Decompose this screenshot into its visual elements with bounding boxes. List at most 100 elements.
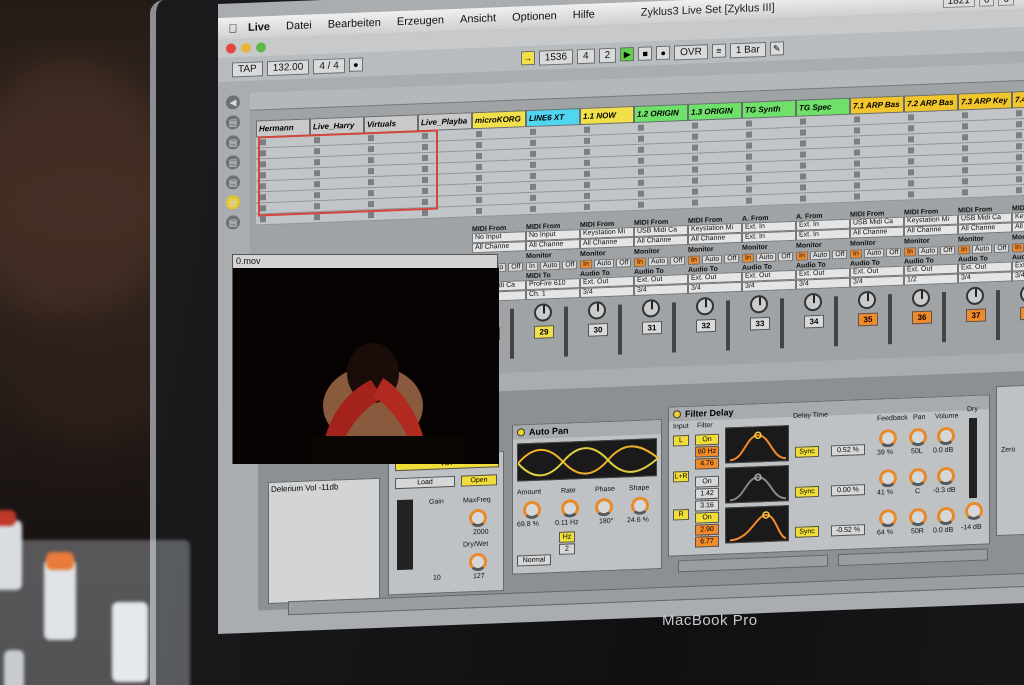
follow-icon[interactable]: → (520, 50, 535, 66)
pan-knob[interactable] (696, 296, 714, 316)
menu-live[interactable]: Live (248, 21, 270, 34)
left-button[interactable]: L (673, 434, 689, 447)
track-activator[interactable]: 36 (912, 310, 932, 325)
track-activator[interactable]: 35 (858, 312, 878, 327)
io-to-channel[interactable]: 3/4 (742, 279, 796, 292)
pan-knob[interactable] (750, 294, 768, 314)
play-icon[interactable]: ▶ (620, 47, 635, 62)
io-channel-select[interactable]: All Channe (634, 234, 688, 248)
clip-slot[interactable] (796, 191, 850, 205)
pan-knob-2[interactable] (909, 467, 927, 487)
menu-erzeugen[interactable]: Erzeugen (397, 14, 444, 28)
monitor-auto-button[interactable]: Auto (755, 252, 777, 263)
controller-knob[interactable] (112, 602, 148, 682)
io-channel-select[interactable]: All Channe (904, 224, 958, 237)
monitor-auto-button[interactable]: Auto (701, 254, 723, 265)
clip-slot[interactable] (1012, 117, 1024, 131)
close-icon[interactable] (226, 43, 236, 54)
io-channel-select[interactable]: All Channe (526, 239, 580, 252)
clip-slot[interactable] (1012, 139, 1024, 153)
volume-fader[interactable] (834, 296, 838, 347)
plugin-icon[interactable]: ▤ (226, 155, 240, 170)
amount-knob[interactable] (523, 500, 541, 520)
rate-knob[interactable] (561, 499, 579, 518)
track-header[interactable]: 7.3 ARP Key (958, 91, 1012, 111)
clip-slot[interactable] (1012, 128, 1024, 142)
position-bars[interactable]: 1536 (538, 48, 574, 66)
track-activator[interactable]: 33 (750, 316, 770, 331)
open-button[interactable]: Open (461, 474, 497, 487)
pan-knob[interactable] (912, 288, 930, 308)
dry-knob[interactable] (965, 501, 983, 521)
sync-button-2[interactable]: Sync (795, 485, 819, 498)
io-channel-select[interactable]: Ext. In (796, 228, 850, 241)
track-activator[interactable]: 34 (804, 314, 824, 329)
monitor-off-button[interactable]: Off (886, 247, 902, 258)
volume-fader[interactable] (942, 292, 946, 343)
freq-3[interactable]: 2.90 kHz (695, 523, 719, 542)
track-activator[interactable]: 32 (696, 318, 716, 333)
lr-button[interactable]: L+R (673, 470, 689, 483)
right-button[interactable]: R (673, 508, 689, 521)
io-to-channel[interactable]: 3/4 (850, 275, 904, 288)
io-to-channel[interactable]: Ch. 1 (526, 288, 580, 301)
monitor-auto-button[interactable]: Auto (917, 246, 939, 257)
monitor-in-button[interactable]: In (634, 257, 646, 268)
volume-knob-1[interactable] (937, 426, 955, 446)
track-header[interactable]: 1.1 NOW (580, 106, 634, 126)
clip-slot[interactable] (472, 204, 526, 218)
monitor-auto-button[interactable]: Auto (647, 256, 669, 267)
monitor-in-button[interactable]: In (742, 253, 754, 263)
sync-button-3[interactable]: Sync (795, 525, 819, 538)
track-activator[interactable]: 29 (534, 325, 554, 339)
delay-offset-2[interactable]: 0.00 % (831, 484, 865, 497)
quantization-select[interactable]: 1 Bar (729, 41, 766, 58)
volume-fader[interactable] (618, 304, 622, 355)
monitor-in-button[interactable]: In (1012, 243, 1024, 253)
draw-icon[interactable]: ✎ (769, 41, 784, 56)
filter-on-3[interactable]: On (695, 511, 719, 524)
pan-knob[interactable] (588, 301, 606, 320)
monitor-off-button[interactable]: Off (778, 251, 794, 262)
io-channel-select[interactable]: All Channe (958, 222, 1012, 235)
io-channel-select[interactable]: All Channe (472, 241, 526, 254)
menu-ansicht[interactable]: Ansicht (460, 12, 496, 25)
pan-knob[interactable] (534, 303, 552, 322)
controller-knob[interactable] (0, 520, 22, 590)
metronome-icon[interactable]: ● (348, 57, 363, 72)
video-window[interactable]: 0.mov (232, 254, 499, 464)
monitor-in-button[interactable]: In (850, 249, 862, 259)
io-channel-select[interactable]: All Channe (688, 232, 742, 245)
volume-fader[interactable] (888, 294, 892, 345)
io-channel-select[interactable]: Ext. In (742, 230, 796, 243)
pan-knob-1[interactable] (909, 427, 927, 447)
monitor-off-button[interactable]: Off (508, 262, 524, 272)
device-scrollbar[interactable] (838, 548, 988, 567)
monitor-in-button[interactable]: In (958, 245, 970, 255)
power-icon[interactable] (517, 428, 525, 437)
tap-button[interactable]: TAP (232, 60, 263, 77)
file-icon[interactable]: ▤ (226, 115, 240, 130)
io-to-channel[interactable]: 3/4 (1012, 269, 1024, 282)
clip-slot[interactable] (742, 193, 796, 207)
monitor-off-button[interactable]: Off (832, 249, 848, 260)
clip-slot[interactable] (1012, 161, 1024, 175)
filter-on-1[interactable]: On (695, 433, 719, 446)
overdub-button[interactable]: OVR (674, 43, 708, 60)
monitor-in-button[interactable]: In (526, 261, 538, 272)
track-header[interactable]: 1.3 ORIGIN (688, 101, 742, 121)
monitor-in-button[interactable]: In (904, 247, 916, 257)
menu-optionen[interactable]: Optionen (512, 10, 557, 24)
io-to-channel[interactable]: 3/4 (958, 271, 1012, 284)
track-header[interactable]: 7.4 ARP (1012, 89, 1024, 109)
record-icon[interactable]: ● (656, 45, 671, 61)
clip-slot[interactable] (580, 200, 634, 214)
power-icon[interactable] (673, 410, 681, 419)
device-icon[interactable]: ▤ (226, 175, 240, 190)
io-to-channel[interactable]: 3/4 (634, 283, 688, 297)
hz-button[interactable]: Hz (559, 531, 575, 543)
clip-slot[interactable] (958, 185, 1012, 199)
monitor-auto-button[interactable]: Auto (863, 248, 885, 259)
clip-slot[interactable] (850, 189, 904, 203)
menu-hilfe[interactable]: Hilfe (573, 9, 595, 22)
